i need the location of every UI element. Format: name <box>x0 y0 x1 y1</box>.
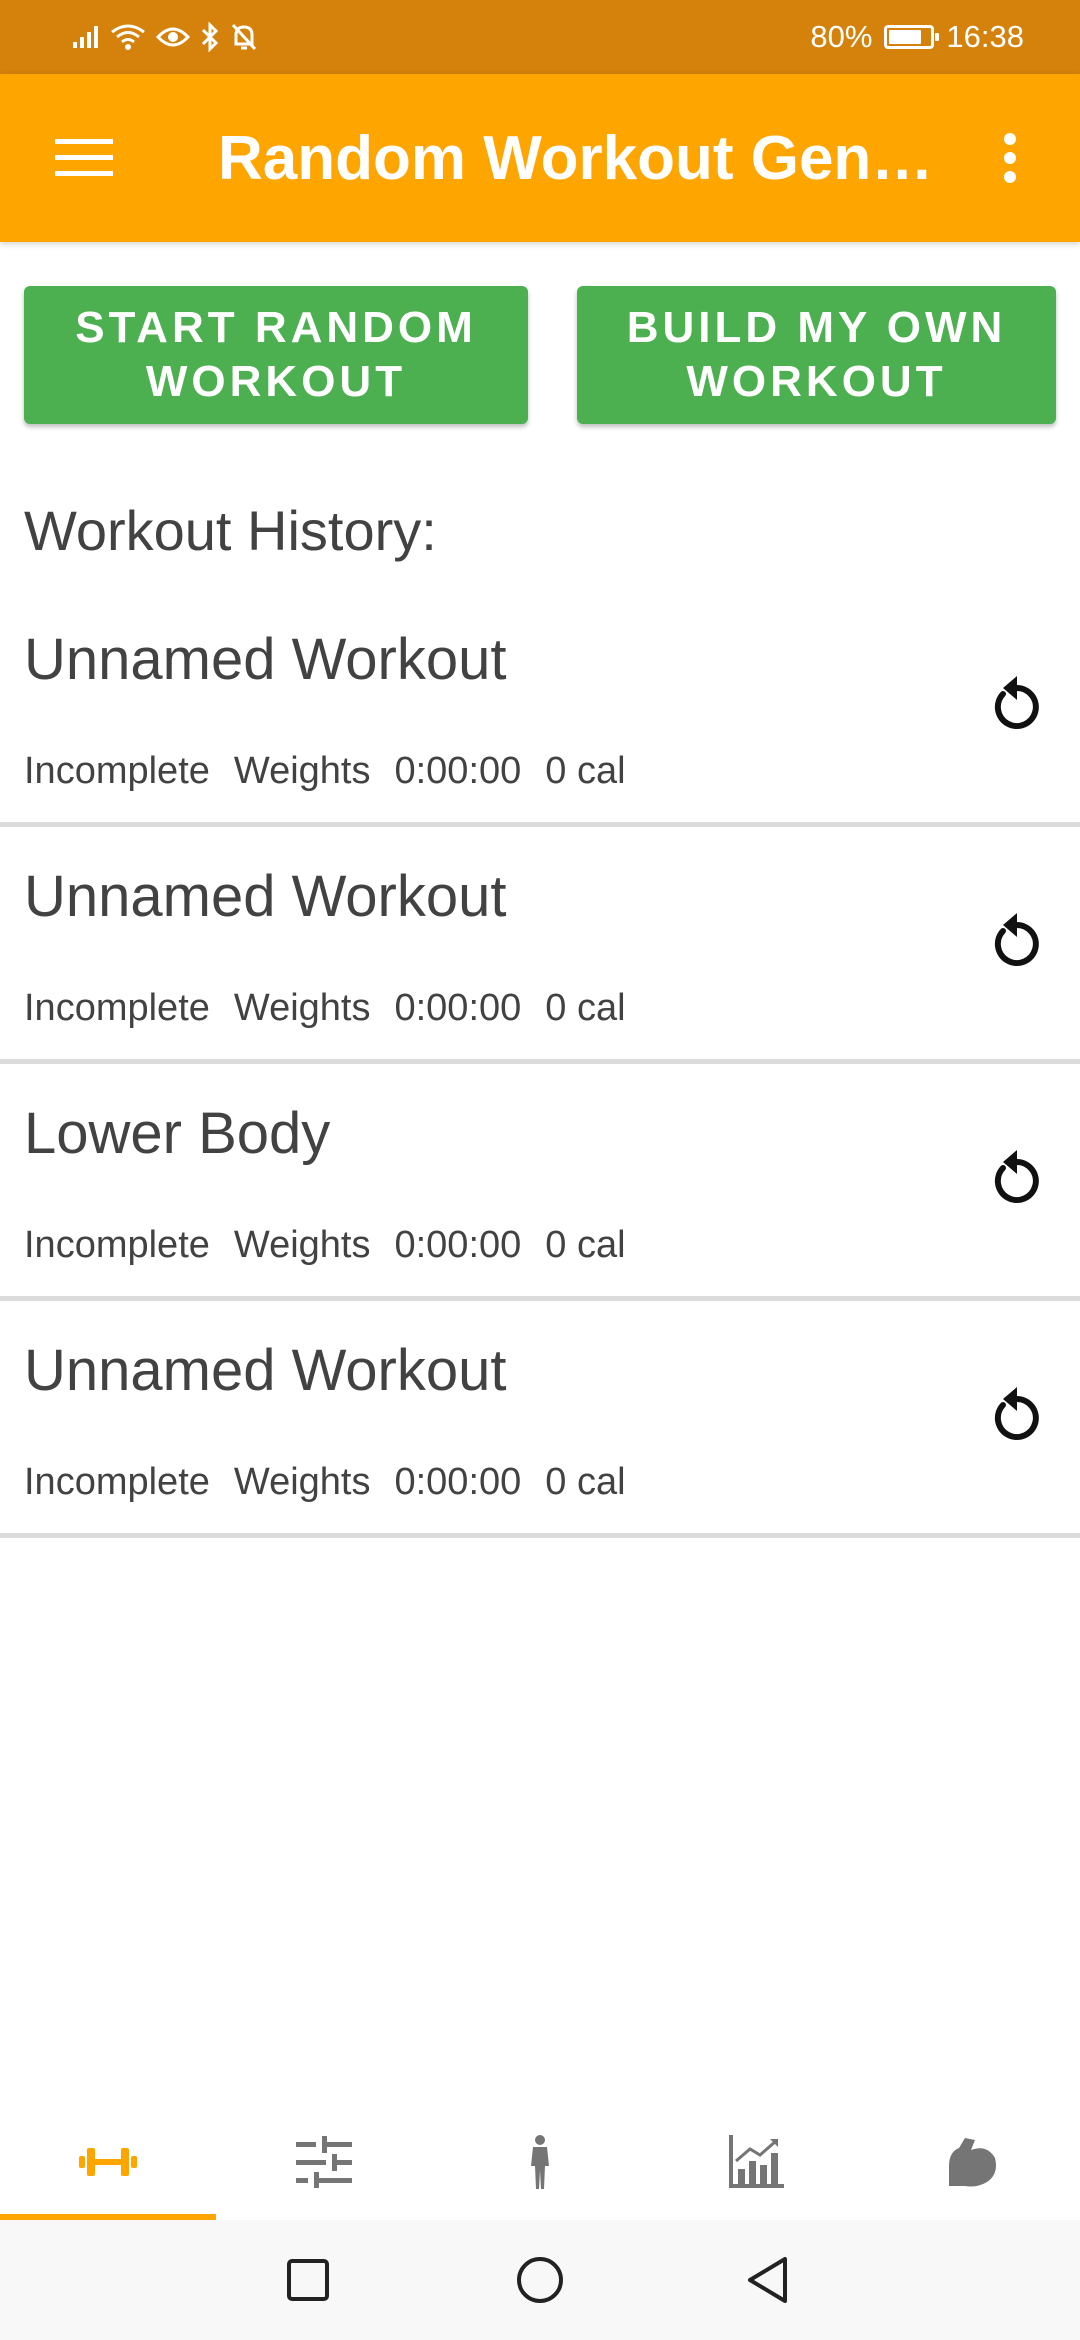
workout-type: Weights <box>233 987 371 1029</box>
workout-duration: 0:00:00 <box>394 987 522 1029</box>
nav-item-muscles[interactable] <box>864 2104 1080 2220</box>
workout-meta: Incomplete Weights 0:00:00 0 cal <box>24 1461 626 1504</box>
nav-item-body[interactable] <box>432 2104 648 2220</box>
replay-icon <box>994 913 1039 966</box>
workout-calories: 0 cal <box>545 1224 626 1266</box>
battery-level <box>889 30 921 44</box>
workout-type: Weights <box>233 1224 371 1266</box>
redo-workout-button[interactable] <box>982 903 1052 973</box>
redo-workout-button[interactable] <box>982 1377 1052 1447</box>
history-item[interactable]: Lower Body Incomplete Weights 0:00:00 0 … <box>0 1064 1080 1301</box>
redo-workout-button[interactable] <box>982 1140 1052 1210</box>
eye-icon <box>156 27 190 47</box>
more-options-button[interactable] <box>970 118 1050 198</box>
workout-duration: 0:00:00 <box>394 1461 522 1503</box>
workout-status: Incomplete <box>24 750 210 792</box>
workout-history-heading: Workout History: <box>24 499 437 562</box>
sliders-icon <box>296 2136 352 2188</box>
bluetooth-icon <box>201 22 219 52</box>
app-bar: Random Workout Gen… <box>0 74 1080 242</box>
replay-icon <box>994 1387 1039 1440</box>
clock: 16:38 <box>946 19 1024 54</box>
workout-status: Incomplete <box>24 987 210 1029</box>
wifi-icon <box>111 24 145 50</box>
back-button[interactable] <box>738 2250 798 2310</box>
status-right: 80% 16:38 <box>810 0 1024 74</box>
workout-title: Unnamed Workout <box>24 864 507 929</box>
workout-history-list: Unnamed Workout Incomplete Weights 0:00:… <box>0 590 1080 1538</box>
nav-item-workouts[interactable] <box>0 2104 216 2220</box>
more-vert-icon <box>1004 133 1016 183</box>
history-item[interactable]: Unnamed Workout Incomplete Weights 0:00:… <box>0 827 1080 1064</box>
battery-icon <box>884 25 940 49</box>
nav-item-stats[interactable] <box>648 2104 864 2220</box>
signal-icon <box>73 26 98 48</box>
notifications-off-icon <box>231 23 257 51</box>
redo-workout-button[interactable] <box>982 666 1052 736</box>
dumbbell-icon <box>79 2148 137 2176</box>
workout-calories: 0 cal <box>545 987 626 1029</box>
system-navigation-bar <box>0 2220 1080 2340</box>
workout-title: Unnamed Workout <box>24 1338 507 1403</box>
start-random-workout-button[interactable]: START RANDOM WORKOUT <box>24 286 528 424</box>
status-bar: 80% 16:38 <box>0 0 1080 74</box>
hamburger-menu-icon <box>55 139 113 176</box>
status-icons <box>72 0 258 74</box>
workout-calories: 0 cal <box>545 750 626 792</box>
build-my-own-workout-button[interactable]: BUILD MY OWN WORKOUT <box>577 286 1056 424</box>
back-icon <box>748 2257 787 2303</box>
nav-item-settings[interactable] <box>216 2104 432 2220</box>
replay-icon <box>994 676 1039 729</box>
history-item[interactable]: Unnamed Workout Incomplete Weights 0:00:… <box>0 1301 1080 1538</box>
replay-icon <box>994 1150 1039 1203</box>
home-button[interactable] <box>510 2250 570 2310</box>
battery-percent: 80% <box>810 19 873 54</box>
workout-meta: Incomplete Weights 0:00:00 0 cal <box>24 987 626 1030</box>
workout-type: Weights <box>233 1461 371 1503</box>
menu-button[interactable] <box>44 118 124 198</box>
workout-meta: Incomplete Weights 0:00:00 0 cal <box>24 750 626 793</box>
chart-icon <box>729 2135 784 2188</box>
workout-calories: 0 cal <box>545 1461 626 1503</box>
bottom-navigation <box>0 2104 1080 2220</box>
workout-status: Incomplete <box>24 1224 210 1266</box>
app-title: Random Workout Gen… <box>218 123 934 193</box>
workout-status: Incomplete <box>24 1461 210 1503</box>
bicep-icon <box>949 2138 996 2187</box>
body-icon <box>531 2135 549 2189</box>
workout-duration: 0:00:00 <box>394 1224 522 1266</box>
workout-duration: 0:00:00 <box>394 750 522 792</box>
workout-title: Unnamed Workout <box>24 627 507 692</box>
workout-meta: Incomplete Weights 0:00:00 0 cal <box>24 1224 626 1267</box>
recents-button[interactable] <box>278 2250 338 2310</box>
history-item[interactable]: Unnamed Workout Incomplete Weights 0:00:… <box>0 590 1080 827</box>
workout-title: Lower Body <box>24 1101 331 1166</box>
home-icon <box>517 2257 563 2303</box>
workout-type: Weights <box>233 750 371 792</box>
recents-icon <box>287 2259 329 2301</box>
